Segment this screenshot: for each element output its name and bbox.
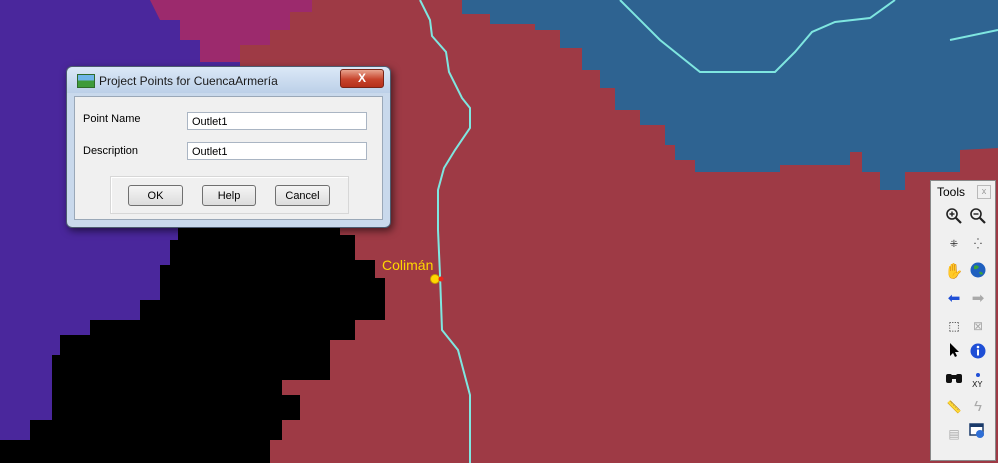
dialog-client-area: Point Name Outlet1 Description Outlet1 O… — [74, 96, 383, 220]
description-input[interactable]: Outlet1 — [187, 142, 367, 160]
map-app-icon — [77, 74, 95, 88]
find-binoculars-icon[interactable] — [943, 369, 965, 391]
select-features-icon[interactable]: ⬚ — [943, 315, 965, 337]
pan-hand-icon[interactable]: ✋ — [943, 261, 965, 283]
zoom-in-icon[interactable] — [943, 207, 965, 229]
outlet-snap-marker — [438, 276, 444, 282]
full-extent-icon[interactable]: ⁛ — [967, 234, 989, 256]
description-label: Description — [83, 145, 139, 157]
measure-icon[interactable]: 📏 — [943, 396, 965, 418]
pointer-icon[interactable] — [943, 342, 965, 364]
dialog-title: Project Points for CuencaArmería — [99, 74, 278, 88]
tools-title: Tools — [937, 185, 966, 199]
back-arrow-icon[interactable]: ⬅ — [943, 288, 965, 310]
dialog-button-group: OK Help Cancel — [110, 176, 349, 214]
zoom-out-icon[interactable] — [967, 207, 989, 229]
viewer-window-icon[interactable] — [967, 423, 989, 445]
identify-icon[interactable] — [967, 342, 989, 364]
point-name-input[interactable]: Outlet1 — [187, 112, 367, 130]
cancel-button[interactable]: Cancel — [275, 185, 330, 206]
hyperlink-icon[interactable]: ϟ — [967, 396, 989, 418]
tools-close-button[interactable]: x — [977, 185, 991, 199]
forward-arrow-icon[interactable]: ➡ — [967, 288, 989, 310]
globe-icon[interactable] — [967, 261, 989, 283]
clear-selection-icon[interactable]: ⊠ — [967, 315, 989, 337]
help-button[interactable]: Help — [202, 185, 256, 206]
dialog-titlebar[interactable]: Project Points for CuencaArmería X — [67, 67, 390, 93]
html-popup-icon[interactable]: ▤ — [943, 423, 965, 445]
ok-button[interactable]: OK — [128, 185, 183, 206]
svg-text:XY: XY — [972, 380, 982, 389]
point-label-coliman: Colimán — [382, 257, 434, 273]
project-points-dialog: Project Points for CuencaArmería X Point… — [66, 66, 391, 228]
tools-palette: Tools x ⁜ ⁛ ✋ ⬅ ➡ ⬚ ⊠ XY 📏 ϟ ▤ — [930, 180, 996, 461]
point-name-label: Point Name — [83, 113, 141, 125]
outlet-point-marker — [430, 274, 440, 284]
go-to-xy-icon[interactable]: XY — [967, 369, 989, 393]
zoom-to-extent-icon[interactable]: ⁜ — [943, 234, 965, 256]
dialog-close-button[interactable]: X — [340, 69, 384, 88]
